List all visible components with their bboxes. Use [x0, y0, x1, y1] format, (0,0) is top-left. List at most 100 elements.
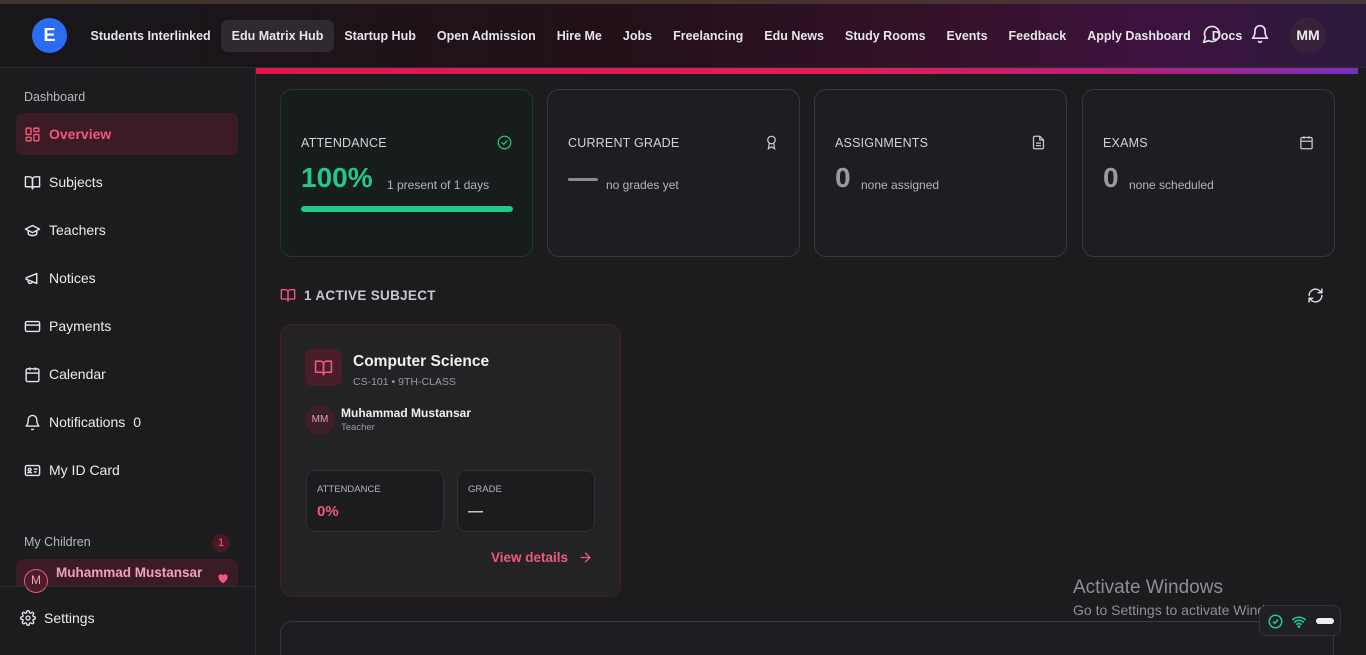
stat-card-current-grade: CURRENT GRADE no grades yet [547, 89, 800, 257]
stat-value: 0 [1103, 162, 1119, 193]
notifications-count: 0 [133, 414, 142, 430]
stat-label: CURRENT GRADE [568, 136, 680, 150]
megaphone-icon [25, 272, 38, 284]
bell-icon[interactable] [1250, 24, 1270, 44]
mini-value: 0% [317, 503, 339, 520]
view-details-link[interactable]: View details [491, 550, 593, 565]
sidebar-item-teachers[interactable]: Teachers [16, 209, 238, 251]
stat-card-exams: EXAMS 0 none scheduled [1082, 89, 1335, 257]
children-heading: My Children [24, 535, 91, 549]
sidebar-item-label: My ID Card [49, 462, 120, 478]
sidebar-item-payments[interactable]: Payments [16, 305, 238, 347]
main-nav: Students Interlinked Edu Matrix Hub Star… [80, 18, 1253, 53]
mini-value: — [468, 503, 483, 520]
nav-edu-matrix-hub[interactable]: Edu Matrix Hub [221, 19, 334, 52]
sidebar-item-label: Notifications [49, 414, 126, 430]
settings-link[interactable]: Settings [20, 610, 95, 626]
stat-label: ASSIGNMENTS [835, 136, 929, 150]
section-title-text: 1 ACTIVE SUBJECT [304, 287, 436, 303]
book-icon [280, 289, 296, 302]
attendance-progress-bar [301, 206, 513, 212]
teacher-role: Teacher [341, 422, 375, 433]
system-tray[interactable] [1259, 605, 1341, 636]
child-item[interactable]: M Muhammad Mustansar [16, 559, 238, 593]
nav-students-interlinked[interactable]: Students Interlinked [80, 20, 221, 52]
stat-label: ATTENDANCE [301, 136, 387, 150]
stat-value: 100% [301, 162, 373, 193]
nav-edu-news[interactable]: Edu News [754, 20, 835, 52]
stat-label: EXAMS [1103, 136, 1148, 150]
battery-icon [1316, 618, 1334, 624]
gear-icon [20, 610, 36, 626]
sidebar-item-label: Subjects [49, 174, 103, 190]
subject-attendance-box: ATTENDANCE 0% [306, 470, 444, 532]
top-navigation-bar: E Students Interlinked Edu Matrix Hub St… [0, 0, 1366, 68]
refresh-icon[interactable] [1307, 287, 1324, 304]
grid-icon [25, 126, 40, 142]
chat-icon[interactable] [1202, 24, 1222, 44]
sidebar-item-overview[interactable]: Overview [16, 113, 238, 155]
nav-jobs[interactable]: Jobs [612, 20, 662, 52]
teacher-name: Muhammad Mustansar [341, 406, 472, 420]
sidebar: Dashboard Overview Subjects Teachers Not… [0, 68, 256, 655]
activate-windows-title: Activate Windows [1073, 577, 1223, 598]
award-icon [767, 135, 776, 150]
settings-label: Settings [44, 610, 95, 626]
subject-name: Computer Science [353, 353, 490, 370]
subject-card[interactable]: Computer Science CS-101 • 9TH-CLASS MM M… [280, 324, 621, 597]
app-logo[interactable]: E [32, 18, 67, 53]
heart-icon [218, 574, 228, 584]
user-avatar[interactable]: MM [1290, 17, 1326, 53]
stat-subtext: none scheduled [1129, 178, 1214, 192]
book-icon [314, 360, 333, 376]
graduation-cap-icon [24, 224, 41, 236]
book-icon [24, 175, 41, 190]
nav-apply-dashboard[interactable]: Apply Dashboard [1077, 20, 1202, 52]
arrow-right-icon [580, 552, 591, 563]
teacher-avatar: MM [305, 405, 335, 435]
sidebar-item-subjects[interactable]: Subjects [16, 161, 238, 203]
nav-events[interactable]: Events [936, 20, 998, 52]
stat-card-assignments: ASSIGNMENTS 0 none assigned [814, 89, 1067, 257]
sidebar-heading: Dashboard [24, 90, 86, 104]
view-details-label: View details [491, 550, 569, 565]
sidebar-divider [0, 586, 255, 587]
children-count-badge: 1 [212, 534, 230, 552]
credit-card-icon [24, 320, 41, 332]
check-circle-icon [497, 135, 512, 150]
mini-label: GRADE [468, 484, 502, 495]
nav-freelancing[interactable]: Freelancing [663, 20, 754, 52]
nav-startup-hub[interactable]: Startup Hub [334, 20, 427, 52]
nav-open-admission[interactable]: Open Admission [426, 20, 546, 52]
child-avatar: M [24, 569, 48, 593]
child-name: Muhammad Mustansar [56, 565, 203, 580]
document-icon [1032, 135, 1045, 150]
mini-label: ATTENDANCE [317, 484, 381, 495]
sidebar-item-label: Payments [49, 318, 112, 334]
sidebar-item-notices[interactable]: Notices [16, 257, 238, 299]
calendar-icon [1300, 136, 1313, 150]
stat-card-attendance: ATTENDANCE 100% 1 present of 1 days [280, 89, 533, 257]
nav-study-rooms[interactable]: Study Rooms [834, 20, 936, 52]
attendance-progress-fill [301, 206, 513, 212]
sidebar-item-notifications[interactable]: Notifications 0 [16, 401, 238, 443]
sidebar-item-label: Calendar [49, 366, 106, 382]
wifi-icon [1291, 616, 1307, 628]
stat-value-empty-dash [568, 178, 598, 181]
sidebar-item-label: Notices [49, 270, 96, 286]
nav-hire-me[interactable]: Hire Me [546, 20, 612, 52]
sidebar-item-calendar[interactable]: Calendar [16, 353, 238, 395]
nav-feedback[interactable]: Feedback [998, 20, 1077, 52]
bottom-section-card [280, 621, 1334, 655]
sidebar-item-id-card[interactable]: My ID Card [16, 449, 238, 491]
check-circle-icon [1268, 614, 1283, 629]
accent-gradient-bar [256, 68, 1358, 74]
stat-value: 0 [835, 162, 851, 193]
id-card-icon [24, 464, 41, 476]
stat-subtext: none assigned [861, 178, 940, 192]
subject-icon-box [305, 349, 342, 386]
active-subjects-heading: 1 ACTIVE SUBJECT [280, 287, 436, 303]
calendar-icon [25, 366, 40, 382]
stat-subtext: 1 present of 1 days [387, 178, 490, 192]
subject-code: CS-101 • 9TH-CLASS [353, 376, 456, 388]
